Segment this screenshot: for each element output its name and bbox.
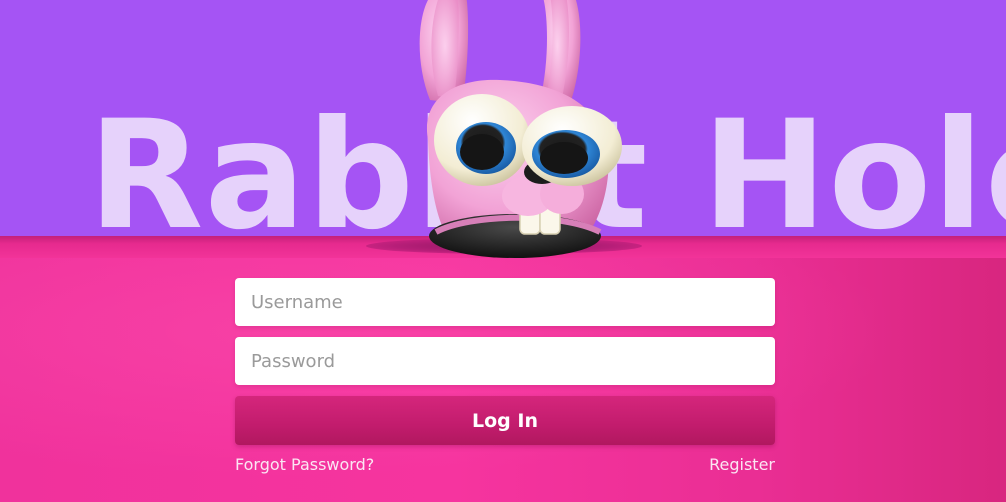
bunny-mascot-icon: [419, 0, 622, 258]
login-form: Log In Forgot Password? Register: [235, 278, 775, 479]
login-button[interactable]: Log In: [235, 396, 775, 445]
register-link[interactable]: Register: [709, 455, 775, 474]
login-screen: Rabbit Hole: [0, 0, 1006, 502]
password-input[interactable]: [235, 337, 775, 385]
forgot-password-link[interactable]: Forgot Password?: [235, 455, 374, 474]
username-input[interactable]: [235, 278, 775, 326]
auth-links: Forgot Password? Register: [235, 455, 775, 479]
